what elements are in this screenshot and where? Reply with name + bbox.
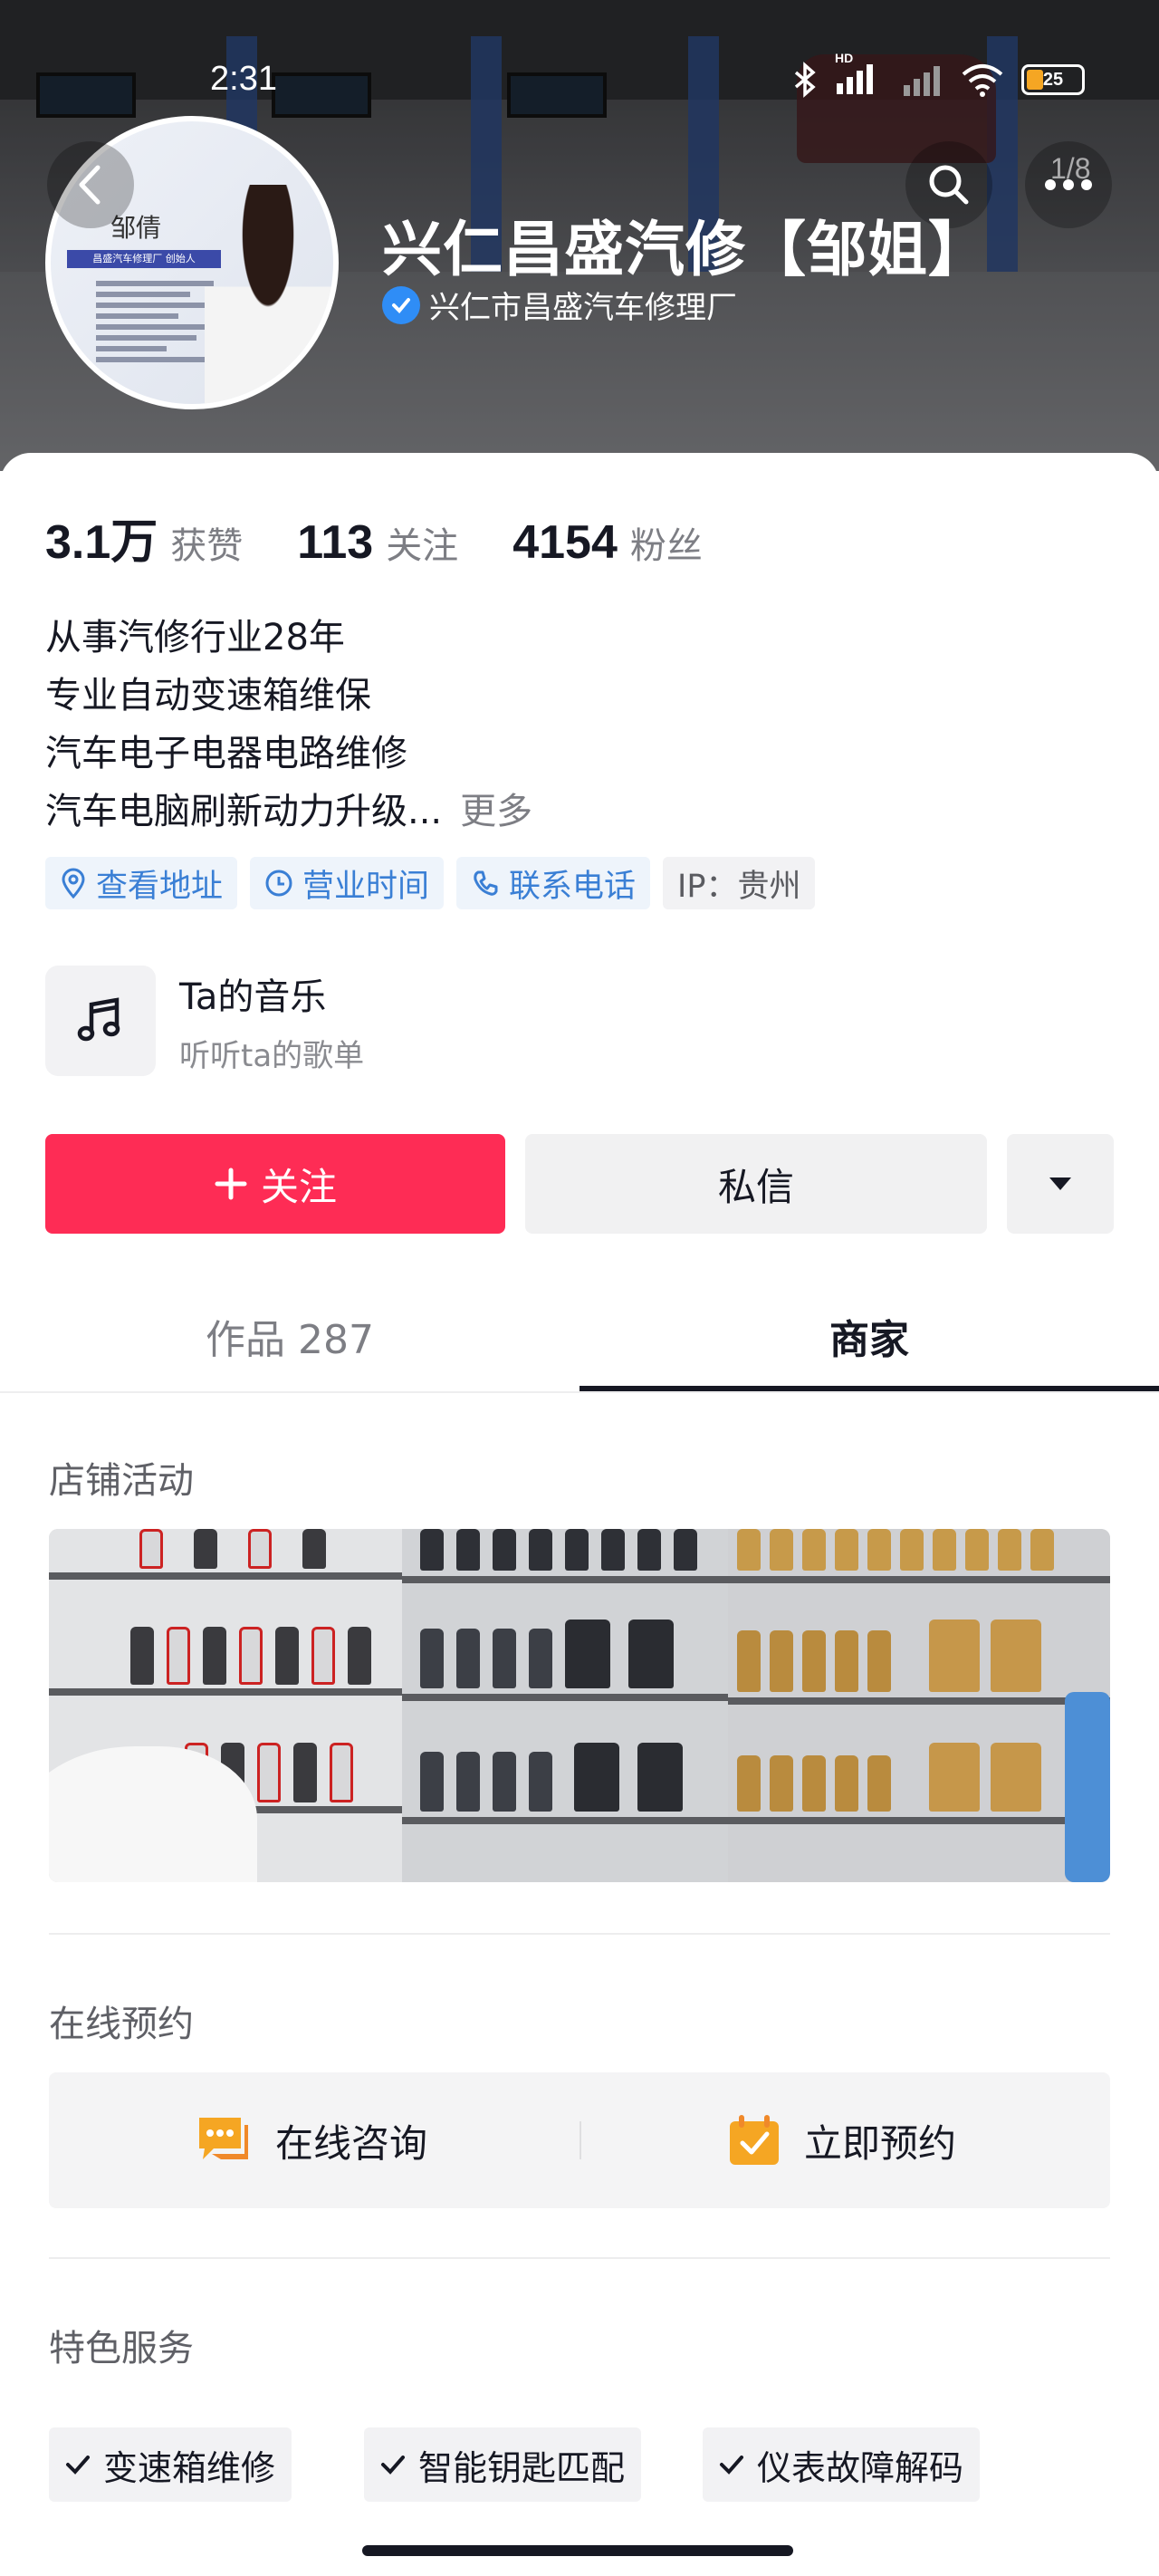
profile-stats: 3.1万 获赞 113 关注 4154 粉丝 [45, 504, 744, 572]
featured-services: 变速箱维修 智能钥匙匹配 仪表故障解码 [49, 2427, 981, 2502]
avatar-text-lines [96, 281, 214, 368]
following-label: 关注 [386, 525, 459, 567]
tag-address[interactable]: 查看地址 [45, 857, 238, 909]
profile-title: 兴仁昌盛汽修【邹姐】 [382, 215, 989, 284]
tag-ip: IP：贵州 [663, 857, 816, 909]
following-count[interactable]: 113 [297, 515, 373, 570]
signal-icon: HD [835, 51, 886, 98]
bio-line: 从事汽修行业28年 [45, 617, 345, 658]
bio-line: 汽车电子电器电路维修 [45, 733, 407, 774]
tag-label: IP：贵州 [677, 868, 801, 905]
battery-indicator: 25 [1021, 64, 1085, 95]
service-label: 智能钥匙匹配 [418, 2447, 626, 2488]
tag-phone[interactable]: 联系电话 [456, 857, 651, 909]
profile-tabs: 作品 287 商家 [0, 1279, 1159, 1393]
book-now-button[interactable]: 立即预约 [726, 2072, 956, 2208]
tag-label: 营业时间 [302, 868, 430, 905]
car-front-image [49, 1746, 257, 1882]
back-button[interactable] [47, 141, 134, 228]
service-label: 仪表故障解码 [757, 2447, 964, 2488]
tab-label: 商家 [829, 1317, 909, 1363]
online-consult-button[interactable]: 在线咨询 [194, 2072, 427, 2208]
bluetooth-icon [794, 62, 816, 98]
verified-business[interactable]: 兴仁市昌盛汽车修理厂 [382, 283, 737, 327]
verified-name: 兴仁市昌盛汽车修理厂 [429, 290, 737, 326]
tag-label: 联系电话 [509, 868, 637, 905]
section-title-featured-services: 特色服务 [49, 2328, 194, 2369]
reservation-panel: 在线咨询 立即预约 [49, 2072, 1110, 2208]
section-divider [49, 1933, 1110, 1935]
home-indicator[interactable] [362, 2545, 793, 2556]
back-icon [79, 165, 101, 205]
tag-hours[interactable]: 营业时间 [250, 857, 445, 909]
battery-level: 25 [1042, 69, 1064, 90]
plus-icon [215, 1168, 247, 1200]
music-text: Ta的音乐 听听ta的歌单 [179, 967, 364, 1075]
avatar-ribbon: 昌盛汽车修理厂 创始人 [67, 250, 221, 268]
profile-bio: 从事汽修行业28年 专业自动变速箱维保 汽车电子电器电路维修 汽车电脑刷新动力升… [45, 609, 532, 841]
section-divider [49, 2257, 1110, 2259]
message-button[interactable]: 私信 [525, 1134, 987, 1234]
status-time: 2:31 [210, 60, 277, 98]
bio-line: 专业自动变速箱维保 [45, 675, 371, 716]
location-icon [62, 868, 85, 899]
caret-down-icon [1049, 1177, 1071, 1190]
followers-count[interactable]: 4154 [512, 515, 618, 570]
service-chip[interactable]: 智能钥匙匹配 [364, 2427, 642, 2502]
music-entry[interactable]: Ta的音乐 听听ta的歌单 [45, 966, 364, 1076]
store-activity-banner[interactable] [49, 1529, 1110, 1882]
recommend-dropdown-button[interactable] [1007, 1134, 1114, 1234]
online-consult-label: 在线咨询 [275, 2120, 428, 2166]
active-tab-indicator [580, 1386, 1159, 1391]
check-icon [381, 2456, 406, 2475]
service-chip[interactable]: 仪表故障解码 [703, 2427, 981, 2502]
clock-icon [265, 870, 292, 897]
phone-icon [474, 870, 498, 896]
service-chip[interactable]: 变速箱维修 [49, 2427, 292, 2502]
music-subtitle: 听听ta的歌单 [179, 1037, 365, 1074]
section-title-online-reservation: 在线预约 [49, 2004, 194, 2045]
profile-actions: 关注 私信 [45, 1134, 1114, 1234]
likes-count[interactable]: 3.1万 [45, 504, 158, 572]
shelf-section [49, 1529, 402, 1882]
bio-line-last: 汽车电脑刷新动力升级... 更多 [45, 783, 532, 841]
section-title-store-activity: 店铺活动 [49, 1460, 194, 1502]
shelf-section [402, 1529, 728, 1882]
service-label: 变速箱维修 [103, 2447, 276, 2488]
check-icon [66, 2456, 90, 2475]
signal-2-icon [904, 66, 940, 96]
wifi-icon [962, 64, 1003, 97]
book-now-label: 立即预约 [804, 2120, 957, 2166]
reservation-separator [580, 2121, 581, 2159]
tab-works[interactable]: 作品 287 [0, 1279, 580, 1393]
music-title: Ta的音乐 [179, 976, 327, 1018]
likes-label: 获赞 [170, 525, 244, 567]
network-label: HD [835, 51, 854, 65]
tab-label: 作品 287 [206, 1317, 374, 1363]
follow-label: 关注 [260, 1164, 337, 1209]
verified-badge-icon [382, 285, 420, 324]
status-bar: 2:31 HD 25 [0, 47, 1159, 111]
tab-merchant[interactable]: 商家 [580, 1279, 1159, 1393]
bio-line: 汽车电脑刷新动力升级... [45, 791, 443, 832]
message-label: 私信 [717, 1164, 794, 1209]
status-icons: HD 25 [791, 51, 1085, 98]
music-note-icon [45, 966, 156, 1076]
follow-button[interactable]: 关注 [45, 1134, 505, 1234]
profile-card: 3.1万 获赞 113 关注 4154 粉丝 从事汽修行业28年 专业自动变速箱… [0, 453, 1159, 2576]
calendar-check-icon [730, 2115, 779, 2165]
avatar-portrait [205, 185, 331, 404]
shelf-section [728, 1529, 1110, 1882]
tag-label: 查看地址 [96, 868, 224, 905]
profile-tags: 查看地址 营业时间 联系电话 IP：贵州 [45, 857, 816, 909]
chat-icon [199, 2118, 248, 2159]
check-icon [720, 2456, 744, 2475]
page-counter: 1/8 [1050, 152, 1091, 185]
followers-label: 粉丝 [629, 525, 703, 567]
bio-more-link[interactable]: 更多 [460, 791, 532, 832]
